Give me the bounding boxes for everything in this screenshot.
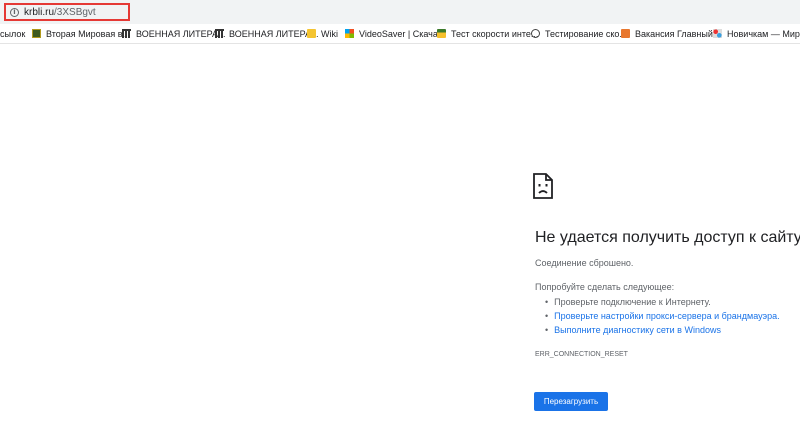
suggestion-item: Проверьте настройки прокси-сервера и бра…	[545, 309, 779, 323]
bookmark-label: ВОЕННАЯ ЛИТЕРА...	[136, 29, 226, 39]
address-bar[interactable]: i krbli.ru/3XSBgvt	[4, 3, 130, 21]
suggestion-text: Проверьте подключение к Интернету.	[554, 297, 711, 307]
url-text[interactable]: krbli.ru/3XSBgvt	[24, 7, 96, 18]
speedtest-icon	[437, 29, 446, 38]
network-diagnostics-link[interactable]: Выполните диагностику сети в Windows	[554, 325, 721, 335]
reload-button[interactable]: Перезагрузить	[534, 392, 608, 411]
puzzle-icon	[713, 29, 722, 38]
suggestion-item: Выполните диагностику сети в Windows	[545, 323, 780, 337]
bookmark-item[interactable]: Wiki	[307, 27, 338, 41]
sad-page-icon	[532, 173, 554, 204]
library-icon	[122, 29, 131, 38]
bookmark-item[interactable]: сылок	[0, 27, 25, 41]
bookmark-item[interactable]: Новичкам — Мир	[713, 27, 800, 41]
error-title: Не удается получить доступ к сайту	[535, 229, 800, 246]
bookmark-item[interactable]: ВОЕННАЯ ЛИТЕРА...	[122, 27, 226, 41]
windows-icon	[345, 29, 354, 38]
url-host: krbli.ru	[24, 7, 55, 18]
bookmark-label: Новичкам — Мир	[727, 29, 800, 39]
bookmark-label: ВОЕННАЯ ЛИТЕРА...	[229, 29, 319, 39]
folder-icon	[307, 29, 316, 38]
bookmark-label: сылок	[0, 29, 26, 39]
bookmark-label: Вторая Мировая в...	[46, 29, 130, 39]
bookmark-label: Wiki	[321, 29, 338, 39]
bookmark-label: Вакансия Главный...	[635, 29, 721, 39]
library-icon	[215, 29, 224, 38]
suggestions-list: Проверьте подключение к Интернету. Прове…	[545, 295, 780, 337]
error-detail: Соединение сброшено.	[535, 258, 634, 268]
bookmark-item[interactable]: Тест скорости инте...	[437, 27, 538, 41]
bookmark-item[interactable]: ВОЕННАЯ ЛИТЕРА...	[215, 27, 319, 41]
bookmark-item[interactable]: Тестирование ско...	[531, 27, 627, 41]
bookmark-label: Тестирование ско...	[545, 29, 627, 39]
bookmarks-bar: сылок Вторая Мировая в... ВОЕННАЯ ЛИТЕРА…	[0, 24, 800, 44]
error-code: ERR_CONNECTION_RESET	[535, 351, 628, 358]
book-icon	[32, 29, 41, 38]
bookmark-item[interactable]: Вторая Мировая в...	[32, 27, 130, 41]
globe-icon	[531, 29, 540, 38]
hh-icon	[621, 29, 630, 38]
url-path: /3XSBgvt	[54, 7, 96, 18]
proxy-settings-link[interactable]: Проверьте настройки прокси-сервера и бра…	[554, 311, 779, 321]
info-icon[interactable]: i	[10, 8, 19, 17]
bookmark-label: Тест скорости инте...	[451, 29, 539, 39]
address-bar-row: i krbli.ru/3XSBgvt	[0, 0, 800, 24]
suggestion-item: Проверьте подключение к Интернету.	[545, 295, 780, 309]
bookmark-item[interactable]: Вакансия Главный...	[621, 27, 720, 41]
bookmark-label: VideoSaver | Скача...	[359, 29, 446, 39]
suggestions-heading: Попробуйте сделать следующее:	[535, 282, 675, 292]
bookmark-item[interactable]: VideoSaver | Скача...	[345, 27, 445, 41]
